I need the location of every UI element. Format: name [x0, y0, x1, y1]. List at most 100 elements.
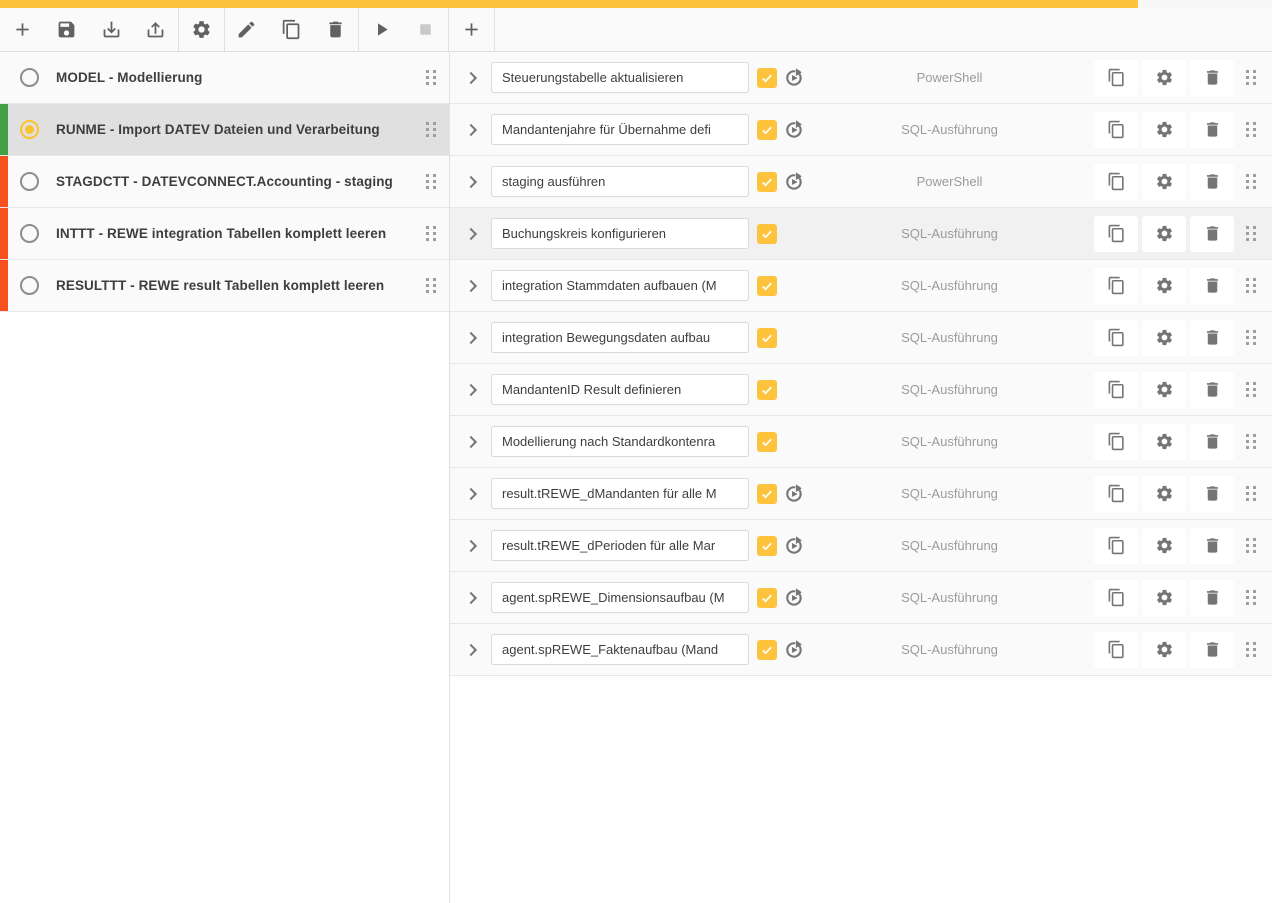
task-name-input[interactable]: [491, 218, 749, 249]
chevron-right-icon[interactable]: [461, 482, 485, 506]
task-name-input[interactable]: [491, 62, 749, 93]
drag-handle-icon[interactable]: [424, 68, 439, 87]
drag-handle-icon[interactable]: [1244, 640, 1259, 659]
job-list-item[interactable]: RESULTTT - REWE result Tabellen komplett…: [0, 260, 449, 312]
chevron-right-icon[interactable]: [461, 222, 485, 246]
delete-task-button[interactable]: [1190, 632, 1234, 668]
task-name-input[interactable]: [491, 426, 749, 457]
chevron-right-icon[interactable]: [461, 274, 485, 298]
duplicate-job-button[interactable]: [269, 8, 314, 51]
chevron-right-icon[interactable]: [461, 534, 485, 558]
task-name-input[interactable]: [491, 322, 749, 353]
delete-task-button[interactable]: [1190, 164, 1234, 200]
drag-handle-icon[interactable]: [1244, 588, 1259, 607]
delete-task-button[interactable]: [1190, 372, 1234, 408]
job-radio[interactable]: [20, 68, 39, 87]
drag-handle-icon[interactable]: [424, 276, 439, 295]
task-settings-button[interactable]: [1142, 320, 1186, 356]
drag-handle-icon[interactable]: [1244, 432, 1259, 451]
job-list-item[interactable]: STAGDCTT - DATEVCONNECT.Accounting - sta…: [0, 156, 449, 208]
task-enabled-checkbox[interactable]: [757, 328, 777, 348]
chevron-right-icon[interactable]: [461, 326, 485, 350]
task-enabled-checkbox[interactable]: [757, 68, 777, 88]
job-radio[interactable]: [20, 120, 39, 139]
duplicate-task-button[interactable]: [1094, 320, 1138, 356]
duplicate-task-button[interactable]: [1094, 580, 1138, 616]
task-settings-button[interactable]: [1142, 424, 1186, 460]
duplicate-task-button[interactable]: [1094, 424, 1138, 460]
duplicate-task-button[interactable]: [1094, 164, 1138, 200]
drag-handle-icon[interactable]: [1244, 328, 1259, 347]
task-name-input[interactable]: [491, 582, 749, 613]
task-settings-button[interactable]: [1142, 268, 1186, 304]
chevron-right-icon[interactable]: [461, 66, 485, 90]
delete-task-button[interactable]: [1190, 60, 1234, 96]
job-list-item[interactable]: INTTT - REWE integration Tabellen komple…: [0, 208, 449, 260]
drag-handle-icon[interactable]: [1244, 536, 1259, 555]
task-enabled-checkbox[interactable]: [757, 380, 777, 400]
task-settings-button[interactable]: [1142, 216, 1186, 252]
task-name-input[interactable]: [491, 478, 749, 509]
duplicate-task-button[interactable]: [1094, 112, 1138, 148]
chevron-right-icon[interactable]: [461, 586, 485, 610]
duplicate-task-button[interactable]: [1094, 476, 1138, 512]
delete-task-button[interactable]: [1190, 268, 1234, 304]
duplicate-task-button[interactable]: [1094, 268, 1138, 304]
task-enabled-checkbox[interactable]: [757, 432, 777, 452]
drag-handle-icon[interactable]: [1244, 380, 1259, 399]
task-settings-button[interactable]: [1142, 112, 1186, 148]
duplicate-task-button[interactable]: [1094, 632, 1138, 668]
task-enabled-checkbox[interactable]: [757, 640, 777, 660]
chevron-right-icon[interactable]: [461, 170, 485, 194]
task-enabled-checkbox[interactable]: [757, 484, 777, 504]
task-settings-button[interactable]: [1142, 580, 1186, 616]
delete-task-button[interactable]: [1190, 580, 1234, 616]
drag-handle-icon[interactable]: [424, 224, 439, 243]
task-settings-button[interactable]: [1142, 476, 1186, 512]
job-settings-button[interactable]: [179, 8, 224, 51]
chevron-right-icon[interactable]: [461, 430, 485, 454]
task-name-input[interactable]: [491, 634, 749, 665]
drag-handle-icon[interactable]: [1244, 172, 1259, 191]
task-enabled-checkbox[interactable]: [757, 120, 777, 140]
job-radio[interactable]: [20, 172, 39, 191]
duplicate-task-button[interactable]: [1094, 528, 1138, 564]
edit-job-button[interactable]: [225, 8, 270, 51]
task-enabled-checkbox[interactable]: [757, 224, 777, 244]
task-name-input[interactable]: [491, 530, 749, 561]
task-enabled-checkbox[interactable]: [757, 536, 777, 556]
save-button[interactable]: [45, 8, 90, 51]
task-enabled-checkbox[interactable]: [757, 588, 777, 608]
job-list-item[interactable]: RUNME - Import DATEV Dateien und Verarbe…: [0, 104, 449, 156]
chevron-right-icon[interactable]: [461, 638, 485, 662]
task-settings-button[interactable]: [1142, 528, 1186, 564]
delete-task-button[interactable]: [1190, 476, 1234, 512]
run-button[interactable]: [359, 8, 404, 51]
delete-task-button[interactable]: [1190, 216, 1234, 252]
delete-task-button[interactable]: [1190, 320, 1234, 356]
task-enabled-checkbox[interactable]: [757, 172, 777, 192]
job-radio[interactable]: [20, 224, 39, 243]
drag-handle-icon[interactable]: [1244, 120, 1259, 139]
duplicate-task-button[interactable]: [1094, 216, 1138, 252]
task-name-input[interactable]: [491, 114, 749, 145]
chevron-right-icon[interactable]: [461, 378, 485, 402]
add-job-button[interactable]: [0, 8, 45, 51]
task-name-input[interactable]: [491, 374, 749, 405]
delete-task-button[interactable]: [1190, 112, 1234, 148]
stop-button[interactable]: [404, 8, 449, 51]
delete-task-button[interactable]: [1190, 424, 1234, 460]
delete-job-button[interactable]: [314, 8, 359, 51]
duplicate-task-button[interactable]: [1094, 60, 1138, 96]
job-list-item[interactable]: MODEL - Modellierung: [0, 52, 449, 104]
task-name-input[interactable]: [491, 166, 749, 197]
task-enabled-checkbox[interactable]: [757, 276, 777, 296]
drag-handle-icon[interactable]: [1244, 224, 1259, 243]
job-radio[interactable]: [20, 276, 39, 295]
add-task-button[interactable]: [449, 8, 494, 51]
drag-handle-icon[interactable]: [1244, 276, 1259, 295]
import-button[interactable]: [89, 8, 134, 51]
task-settings-button[interactable]: [1142, 60, 1186, 96]
delete-task-button[interactable]: [1190, 528, 1234, 564]
task-settings-button[interactable]: [1142, 164, 1186, 200]
